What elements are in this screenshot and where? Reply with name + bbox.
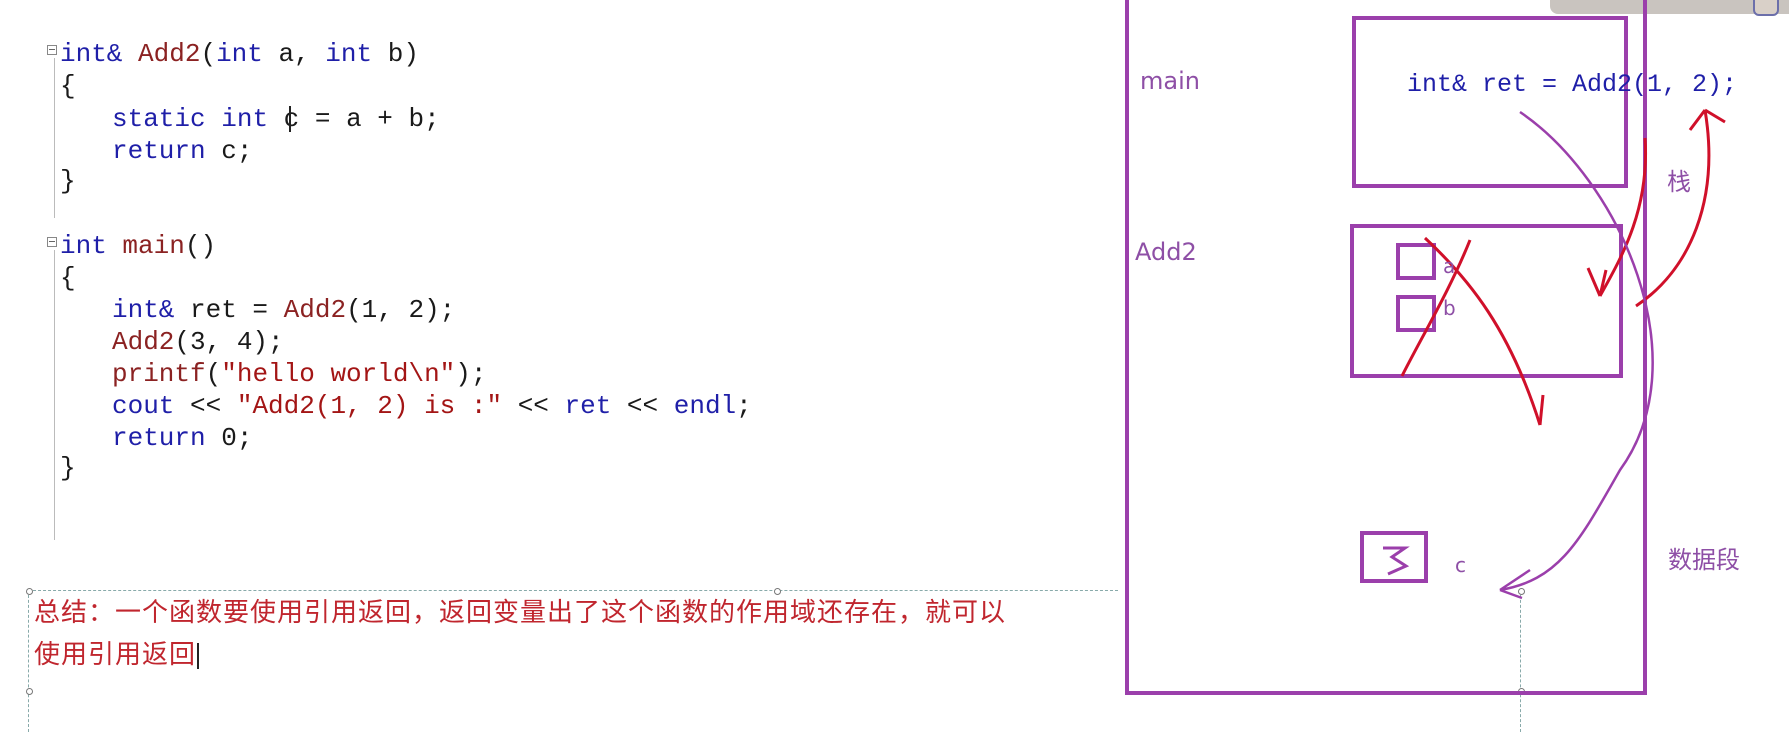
cross-stroke-2 bbox=[1400, 239, 1472, 377]
main-stack-frame bbox=[1352, 16, 1628, 188]
stack-arrow-red bbox=[1635, 108, 1726, 308]
static-value-glyph bbox=[1383, 546, 1410, 576]
webcam-overlay bbox=[1550, 0, 1789, 16]
label-add2: Add2 bbox=[1135, 238, 1197, 266]
summary-textbox-right-edge bbox=[1520, 590, 1522, 732]
param-a-label: a bbox=[1443, 254, 1456, 278]
param-b-box bbox=[1396, 295, 1436, 332]
main-close-brace: } bbox=[60, 453, 76, 483]
text-cursor bbox=[289, 106, 291, 132]
summary-text[interactable]: 总结：一个函数要使用引用返回，返回变量出了这个函数的作用域还存在，就可以 使用引… bbox=[34, 592, 1114, 676]
resize-handle-top-right[interactable] bbox=[1518, 588, 1525, 595]
add2-signature: int& Add2(int a, int b) bbox=[60, 39, 419, 69]
code-editor[interactable]: int& Add2(int a, int b) { static int c =… bbox=[0, 0, 1000, 560]
return-arrow-red bbox=[1586, 137, 1648, 297]
text-cursor-summary bbox=[197, 642, 200, 669]
summary-line-2: 使用引用返回 bbox=[34, 634, 1114, 676]
main-printf-line: printf("hello world\n"); bbox=[112, 359, 487, 389]
reference-arrow bbox=[1499, 110, 1654, 600]
main-add2-call-line: Add2(3, 4); bbox=[112, 327, 284, 357]
main-return-line: return 0; bbox=[112, 423, 253, 453]
resize-handle-top-left[interactable] bbox=[26, 588, 33, 595]
add2-return-line: return c; bbox=[112, 136, 253, 166]
main-ret-line: int& ret = Add2(1, 2); bbox=[112, 295, 456, 325]
cross-stroke-1-hook bbox=[1538, 394, 1545, 426]
param-a-box bbox=[1396, 243, 1436, 280]
static-c-box bbox=[1360, 531, 1428, 583]
fold-guide-add2 bbox=[54, 58, 55, 218]
resize-handle-left-mid[interactable] bbox=[26, 688, 33, 695]
add2-close-brace: } bbox=[60, 166, 76, 196]
fold-guide-main bbox=[54, 250, 55, 540]
fold-toggle-add2[interactable] bbox=[47, 45, 57, 55]
main-open-brace: { bbox=[60, 263, 76, 293]
add2-stack-frame bbox=[1350, 224, 1623, 378]
add2-open-brace: { bbox=[60, 71, 76, 101]
summary-line-1: 总结：一个函数要使用引用返回，返回变量出了这个函数的作用域还存在，就可以 bbox=[34, 598, 1007, 628]
resize-handle-right-mid[interactable] bbox=[1518, 688, 1525, 695]
label-data-segment: 数据段 bbox=[1668, 546, 1740, 574]
fold-toggle-main[interactable] bbox=[47, 237, 57, 247]
label-main: main bbox=[1140, 67, 1200, 95]
param-b-label: b bbox=[1443, 296, 1456, 320]
main-cout-line: cout << "Add2(1, 2) is :" << ret << endl… bbox=[112, 391, 752, 421]
memory-outer-frame bbox=[1125, 0, 1647, 695]
main-frame-code: int& ret = Add2(1, 2); bbox=[1407, 70, 1738, 99]
static-c-label: c bbox=[1455, 553, 1466, 577]
main-signature: int main() bbox=[60, 231, 217, 261]
add2-static-line: static int c = a + b; bbox=[112, 104, 440, 134]
label-stack: 栈 bbox=[1667, 168, 1691, 196]
